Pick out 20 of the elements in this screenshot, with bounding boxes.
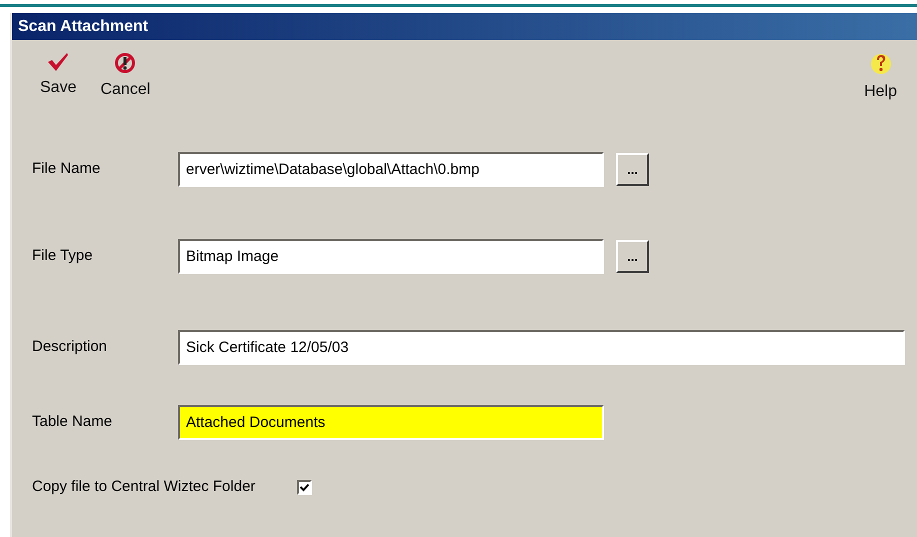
field-label: Table Name <box>32 412 114 432</box>
field-label: File Name <box>32 159 102 180</box>
question-icon <box>870 52 892 76</box>
text-field[interactable]: erver\wiztime\Database\global\Attach\0.bmp <box>178 152 604 187</box>
checkbox[interactable] <box>297 480 312 495</box>
text-field[interactable]: Bitmap Image <box>178 239 604 274</box>
browse-button[interactable]: ... <box>616 240 649 273</box>
text-field[interactable]: Sick Certificate 12/05/03 <box>178 330 905 365</box>
save-button[interactable]: Save <box>40 52 76 100</box>
check-icon <box>47 52 70 72</box>
field-label: Description <box>32 337 108 358</box>
text-field[interactable]: Attached Documents <box>178 405 604 440</box>
no-entry-icon <box>114 52 136 74</box>
window-title: Scan Attachment <box>12 13 917 40</box>
help-button[interactable]: Help <box>864 52 897 104</box>
checkmark-icon <box>300 482 310 492</box>
cancel-button[interactable]: Cancel <box>100 52 150 102</box>
checkbox-label: Copy file to Central Wiztec Folder <box>32 477 256 497</box>
browse-button[interactable]: ... <box>616 153 649 186</box>
field-label: File Type <box>32 246 94 266</box>
